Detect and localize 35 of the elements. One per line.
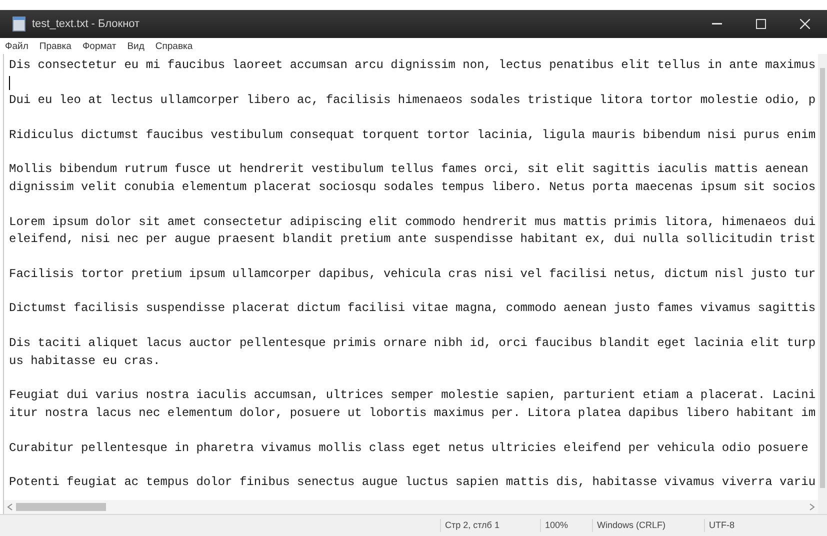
text-line: Dictumst facilisis suspendisse placerat dictum facilisi vitae magna, commodo aenean justo fames vivamus sagittis (9, 300, 816, 318)
menu-item[interactable]: Формат (82, 42, 116, 52)
close-icon (800, 19, 810, 29)
text-line: Dis consectetur eu mi faucibus laoreet accumsan arcu dignissim non, lectus penatibus elit tellus in ante maximus (9, 57, 816, 74)
scrollbar-thumb[interactable] (820, 68, 825, 488)
text-line: Potenti feugiat ac tempus dolor finibus senectus augue luctus sapien mattis dis, habitasse vivamus viverra variu (9, 474, 816, 492)
status-text: Стр 2, стлб 1 (440, 518, 540, 532)
horizontal-scrollbar[interactable] (4, 500, 818, 514)
menu-item[interactable]: Вид (127, 42, 144, 52)
text-line: itur nostra lacus nec elementum dolor, posuere ut lobortis maximus per. Litora platea dapibus libero habitant im (9, 404, 816, 422)
scroll-left-icon (6, 503, 14, 511)
scroll-right-icon (808, 503, 816, 511)
text-line: Lorem ipsum dolor sit amet consectetur adipiscing elit commodo hendrerit mus mattis primis litora, himenaeos dui (9, 214, 816, 231)
text-line: dignissim velit conubia elementum placerat sociosqu sodales tempus libero. Netus porta maecenas ipsum sit socios (9, 178, 816, 196)
vertical-scrollbar[interactable] (818, 54, 827, 514)
text-line: Facilisis tortor pretium ipsum ullamcorper dapibus, vehicula cras nisi vel facilisi netus, dictum nisl justo tur (9, 266, 816, 283)
text-line: Curabitur pellentesque in pharetra vivamus mollis class eget netus ultricies eleifend per vehicula odio posuere (9, 440, 808, 457)
text-line: Mollis bibendum rutrum fusce ut hendrerit vestibulum tellus fames orci, sit elit sagittis iaculis mattis aenean (9, 161, 808, 178)
text-line: Dis taciti aliquet lacus auctor pellentesque primis ornare nibh id, orci faucibus blandit eget lacinia elit turp (9, 335, 816, 352)
menu-item[interactable]: Файл (5, 42, 28, 52)
minimize-icon (712, 23, 722, 25)
text-line: Feugiat dui varius nostra iaculis accumsan, ultrices semper molestie sapien, parturient etiam a placerat. Lacini (9, 387, 816, 404)
window-title: test_text.txt - Блокнот (32, 16, 140, 32)
text-line: Dui eu leo at lectus ullamcorper libero ac, facilisis himenaeos sodales tristique litora tortor molestie odio, p (9, 92, 816, 109)
text-line: us habitasse eu cras. (9, 352, 160, 370)
scrollbar-thumb[interactable] (16, 503, 106, 511)
notepad-icon (12, 16, 26, 32)
text-line: eleifend, nisi nec per augue praesent blandit pretium ante suspendisse habitant ex, dui nulla sollicitudin trist (9, 230, 816, 248)
status-text: UTF-8 (704, 518, 784, 532)
status-text: 100% (540, 518, 592, 532)
menu-item[interactable]: Справка (155, 42, 193, 52)
maximize-icon (756, 19, 766, 29)
status-text: Windows (CRLF) (592, 518, 704, 532)
text-line: Ridiculus dictumst faucibus vestibulum consequat torquent tortor lacinia, ligula mauris bibendum nisi purus enim (9, 126, 816, 144)
menu-item[interactable]: Правка (39, 42, 72, 52)
